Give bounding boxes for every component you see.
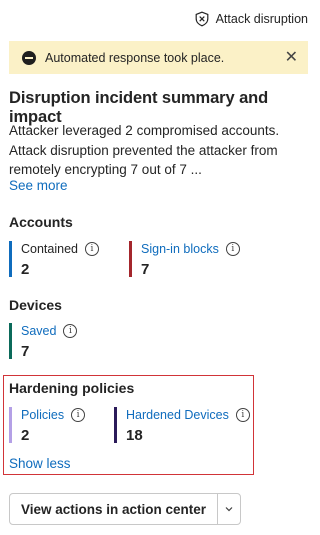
metric-contained-label: Contained: [21, 242, 78, 256]
automated-response-banner: Automated response took place. ✕: [9, 41, 308, 74]
metric-policies: Policies i 2: [9, 407, 86, 444]
metric-contained: Contained i 2: [9, 241, 99, 278]
metric-saved: Saved i 7: [9, 323, 78, 360]
metric-sign-in-blocks-label[interactable]: Sign-in blocks: [141, 241, 219, 257]
metric-policies-label[interactable]: Policies: [21, 407, 64, 423]
attack-disruption-label: Attack disruption: [215, 12, 308, 26]
info-icon[interactable]: i: [63, 324, 78, 338]
metric-hardened-devices-value: 18: [126, 427, 143, 444]
metric-saved-value: 7: [21, 343, 30, 360]
accounts-section-title: Accounts: [9, 214, 73, 230]
metric-contained-value: 2: [21, 261, 30, 278]
info-icon[interactable]: i: [235, 408, 250, 422]
metric-sign-in-blocks-value: 7: [141, 261, 150, 278]
view-actions-button[interactable]: View actions in action center: [10, 494, 217, 524]
metric-policies-value: 2: [21, 427, 30, 444]
metric-hardened-devices: Hardened Devices i 18: [114, 407, 250, 444]
shield-x-icon: [195, 11, 208, 27]
info-icon[interactable]: i: [225, 242, 240, 256]
see-more-link[interactable]: See more: [9, 178, 68, 193]
devices-section-title: Devices: [9, 297, 62, 313]
view-actions-dropdown-button[interactable]: [217, 494, 240, 524]
view-actions-split-button: View actions in action center: [9, 493, 241, 525]
banner-message: Automated response took place.: [45, 50, 225, 65]
chevron-down-icon: [225, 507, 233, 512]
info-icon[interactable]: i: [71, 408, 86, 422]
info-icon[interactable]: i: [85, 242, 99, 256]
close-icon[interactable]: ✕: [285, 49, 298, 66]
summary-description: Attacker leveraged 2 compromised account…: [9, 123, 280, 177]
hardening-section-title: Hardening policies: [9, 380, 135, 396]
metric-sign-in-blocks: Sign-in blocks i 7: [129, 241, 240, 278]
metric-saved-label[interactable]: Saved: [21, 323, 56, 339]
show-less-link[interactable]: Show less: [9, 456, 71, 471]
stop-circle-icon: [22, 50, 36, 65]
metric-hardened-devices-label[interactable]: Hardened Devices: [126, 407, 229, 423]
attack-disruption-tag: Attack disruption: [194, 11, 308, 27]
